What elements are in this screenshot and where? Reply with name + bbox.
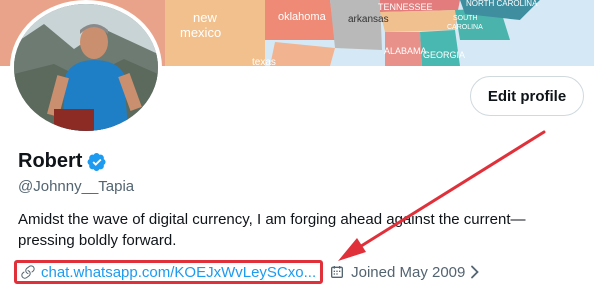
name-row: Robert xyxy=(18,150,107,173)
map-label: CAROLINA xyxy=(447,24,483,31)
verified-badge-icon[interactable] xyxy=(87,152,107,172)
map-label: mexico xyxy=(180,25,221,40)
map-label: new xyxy=(193,10,217,25)
map-label: arkansas xyxy=(348,14,389,25)
profile-avatar[interactable] xyxy=(10,0,162,135)
edit-profile-button[interactable]: Edit profile xyxy=(470,76,584,116)
avatar-photo xyxy=(14,4,158,131)
map-label: oklahoma xyxy=(278,11,327,23)
map-label: NORTH CAROLINA xyxy=(466,0,538,8)
profile-bio: Amidst the wave of digital currency, I a… xyxy=(18,211,526,249)
profile-meta-row: chat.whatsapp.com/KOEJxWvLeySCxo... Join… xyxy=(14,260,481,284)
map-label: SOUTH xyxy=(453,15,478,22)
joined-date: Joined May 2009 xyxy=(351,263,466,281)
profile-handle: @Johnny__Tapia xyxy=(18,178,135,195)
website-link[interactable]: chat.whatsapp.com/KOEJxWvLeySCxo... xyxy=(14,260,324,284)
display-name: Robert xyxy=(18,150,83,172)
map-label: ALABAMA xyxy=(384,46,427,56)
link-icon xyxy=(20,264,36,280)
map-label: texas xyxy=(252,57,276,66)
map-label: TENNESSEE xyxy=(378,2,433,12)
website-link-text[interactable]: chat.whatsapp.com/KOEJxWvLeySCxo... xyxy=(41,264,316,281)
calendar-icon xyxy=(329,264,345,280)
chevron-right-icon[interactable] xyxy=(469,265,481,279)
map-label: GEORGIA xyxy=(423,50,465,60)
